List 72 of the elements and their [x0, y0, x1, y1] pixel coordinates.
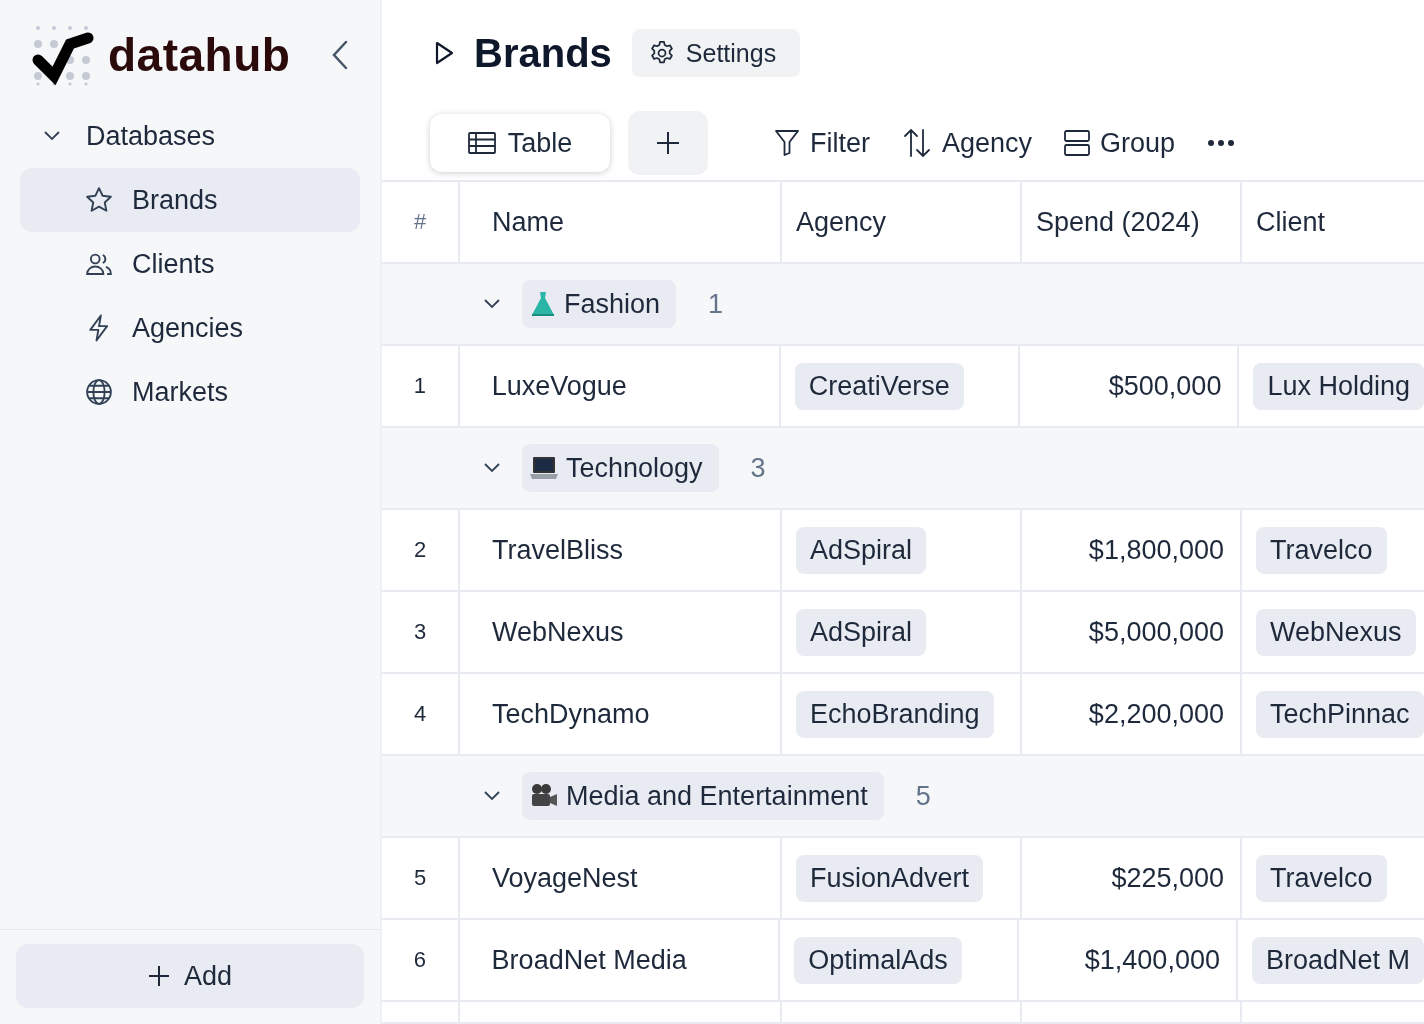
chevron-icon[interactable]: [484, 299, 500, 309]
settings-button[interactable]: Settings: [631, 29, 801, 78]
play-icon[interactable]: [434, 41, 454, 66]
spend-amount: $2,200,000: [1088, 698, 1224, 730]
client-tag: Travelco: [1256, 854, 1387, 902]
add-button[interactable]: Add: [16, 944, 364, 1008]
group-tag: Media and Entertainment: [522, 772, 884, 820]
laptop-icon: [530, 455, 558, 481]
agency-tag: FusionAdvert: [796, 854, 984, 902]
group-button[interactable]: Group: [1064, 127, 1176, 159]
spend-amount: $1,400,000: [1084, 944, 1220, 976]
group-count: 3: [750, 452, 766, 484]
client-tag: TechPinnac: [1256, 690, 1424, 738]
client-tag: Lux Holding: [1253, 362, 1424, 410]
spend-amount: $1,800,000: [1088, 534, 1224, 566]
column-header[interactable]: Name: [460, 182, 782, 262]
agency-tag: AdSpiral: [796, 608, 927, 656]
sort-button[interactable]: Agency: [902, 127, 1033, 159]
brand-name: TravelBliss: [492, 534, 624, 566]
spend-amount: $5,000,000: [1088, 616, 1224, 648]
group-icon: [1064, 130, 1091, 157]
sidebar-item[interactable]: Markets: [20, 360, 360, 424]
sort-icon: [902, 128, 932, 159]
sidebar-item[interactable]: Agencies: [20, 296, 360, 360]
spend-amount: $500,000: [1108, 370, 1222, 402]
row-number: 6: [413, 947, 426, 973]
column-header[interactable]: Spend (2024): [1022, 182, 1242, 262]
sidebar-item[interactable]: Brands: [20, 168, 360, 232]
globe-icon: [84, 377, 114, 407]
chevron-icon[interactable]: [484, 463, 500, 473]
collapse-icon[interactable]: [332, 40, 349, 70]
star-icon: [84, 185, 114, 215]
brand-name: LuxeVogue: [491, 370, 627, 402]
spend-amount: $225,000: [1111, 862, 1224, 894]
chevron-icon[interactable]: [484, 791, 500, 801]
agency-tag: CreatiVerse: [794, 362, 964, 410]
plus-icon: [656, 131, 680, 156]
agency-tag: AdSpiral: [796, 526, 927, 574]
column-header[interactable]: Client: [1242, 182, 1424, 262]
row-number: 1: [413, 373, 426, 399]
row-number: 3: [413, 619, 427, 645]
client-tag: WebNexus: [1256, 608, 1416, 656]
databases-section[interactable]: Databases: [0, 118, 380, 154]
group-tag: Fashion: [522, 280, 677, 328]
group-tag: Technology: [522, 444, 719, 492]
agency-tag: OptimalAds: [794, 936, 962, 984]
more-icon[interactable]: [1207, 139, 1236, 148]
agency-tag: EchoBranding: [796, 690, 994, 738]
client-tag: BroadNet M: [1251, 936, 1424, 984]
group-count: 1: [708, 288, 724, 320]
filter-button[interactable]: Filter: [774, 127, 870, 159]
chevron-icon: [44, 131, 60, 141]
brand-name: WebNexus: [492, 616, 624, 648]
column-header[interactable]: #: [382, 182, 460, 262]
section-label: Databases: [86, 120, 216, 152]
brand-name: BroadNet Media: [491, 944, 687, 976]
table-icon: [467, 132, 496, 155]
group-count: 5: [915, 780, 931, 812]
brand-name: VoyageNest: [492, 862, 638, 894]
row-number: 2: [413, 537, 427, 563]
filter-icon: [774, 129, 800, 158]
row-number: 5: [413, 865, 427, 891]
page-title: Brands: [474, 30, 612, 76]
plus-icon: [147, 965, 170, 987]
logo-icon: [32, 24, 96, 86]
column-header[interactable]: Agency: [782, 182, 1022, 262]
sidebar-item[interactable]: Clients: [20, 232, 360, 296]
view-tab[interactable]: Table: [430, 114, 610, 173]
logo-text: datahub: [108, 28, 291, 82]
row-number: 4: [413, 701, 427, 727]
client-tag: Travelco: [1256, 526, 1387, 574]
brand-name: TechDynamo: [492, 698, 650, 730]
